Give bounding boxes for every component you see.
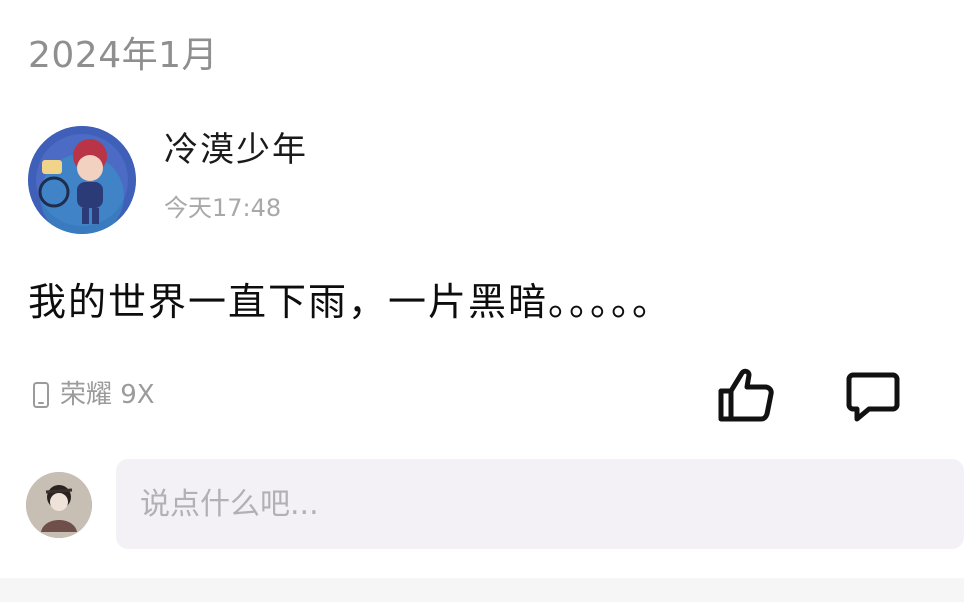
- user-avatar-icon: [26, 472, 92, 538]
- bottom-divider: [0, 578, 964, 602]
- post-content: 我的世界一直下雨，一片黑暗。。。。。: [28, 280, 673, 324]
- comment-button[interactable]: [840, 362, 906, 428]
- phone-icon: [33, 382, 49, 408]
- author-name[interactable]: 冷漠少年: [164, 128, 308, 172]
- post-timestamp: 今天17:48: [164, 194, 282, 222]
- author-avatar[interactable]: [28, 126, 136, 234]
- device-info: 荣耀 9X: [32, 377, 155, 413]
- current-user-avatar[interactable]: [26, 472, 92, 538]
- month-header: 2024年1月: [28, 35, 219, 76]
- device-label: 荣耀 9X: [60, 380, 155, 410]
- comment-input[interactable]: [116, 459, 964, 549]
- like-button[interactable]: [712, 362, 778, 428]
- thumbs-up-icon: [718, 368, 774, 422]
- cartoon-boy-avatar-icon: [28, 126, 136, 234]
- comment-icon: [846, 372, 900, 422]
